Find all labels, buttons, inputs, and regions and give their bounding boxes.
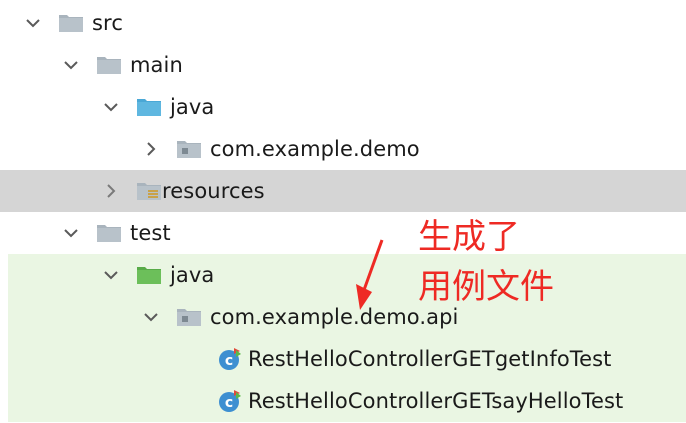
tree-node-label: RestHelloControllerGETgetInfoTest [248, 347, 612, 371]
resources-folder-icon [136, 180, 162, 202]
folder-icon [58, 12, 84, 34]
tree-node-label: RestHelloControllerGETsayHelloTest [248, 389, 624, 413]
tree-node-test-class-getinfo[interactable]: c RestHelloControllerGETgetInfoTest [8, 338, 686, 380]
tree-node-label: main [130, 53, 183, 77]
source-folder-icon [136, 96, 162, 118]
tree-node-label: java [170, 263, 215, 287]
chevron-right-icon[interactable] [100, 180, 122, 202]
annotation-arrow-icon [356, 239, 384, 310]
package-icon [176, 138, 202, 160]
tree-node-package-api[interactable]: com.example.demo.api [8, 296, 686, 338]
chevron-down-icon[interactable] [60, 222, 82, 244]
chevron-down-icon[interactable] [140, 306, 162, 328]
svg-text:c: c [225, 395, 233, 411]
test-source-folder-icon [136, 264, 162, 286]
folder-icon [96, 54, 122, 76]
tree-node-label: test [130, 221, 171, 245]
chevron-down-icon[interactable] [100, 96, 122, 118]
folder-icon [96, 222, 122, 244]
project-tree: src main java com.example.demo resources… [0, 0, 686, 423]
tree-node-label: com.example.demo [210, 137, 420, 161]
svg-text:c: c [225, 353, 233, 369]
tree-node-test-class-sayhello[interactable]: c RestHelloControllerGETsayHelloTest [8, 380, 686, 422]
chevron-right-icon[interactable] [140, 138, 162, 160]
tree-node-label: resources [162, 179, 265, 203]
chevron-down-icon[interactable] [60, 54, 82, 76]
tree-node-main-java[interactable]: java [0, 86, 686, 128]
tree-node-main[interactable]: main [0, 44, 686, 86]
test-class-icon: c [218, 348, 242, 370]
annotation-text: 生成了 用例文件 [418, 212, 554, 312]
tree-node-package-demo[interactable]: com.example.demo [0, 128, 686, 170]
tree-node-test-java[interactable]: java [8, 254, 686, 296]
annotation-line-2: 用例文件 [418, 267, 554, 307]
test-class-icon: c [218, 390, 242, 412]
tree-node-test[interactable]: test [0, 212, 686, 254]
tree-node-resources[interactable]: resources [0, 170, 686, 212]
chevron-down-icon[interactable] [22, 12, 44, 34]
package-icon [176, 306, 202, 328]
tree-node-label: java [170, 95, 215, 119]
annotation-line-1: 生成了 [418, 217, 520, 257]
chevron-down-icon[interactable] [100, 264, 122, 286]
tree-node-src[interactable]: src [0, 2, 686, 44]
tree-node-label: src [92, 11, 123, 35]
